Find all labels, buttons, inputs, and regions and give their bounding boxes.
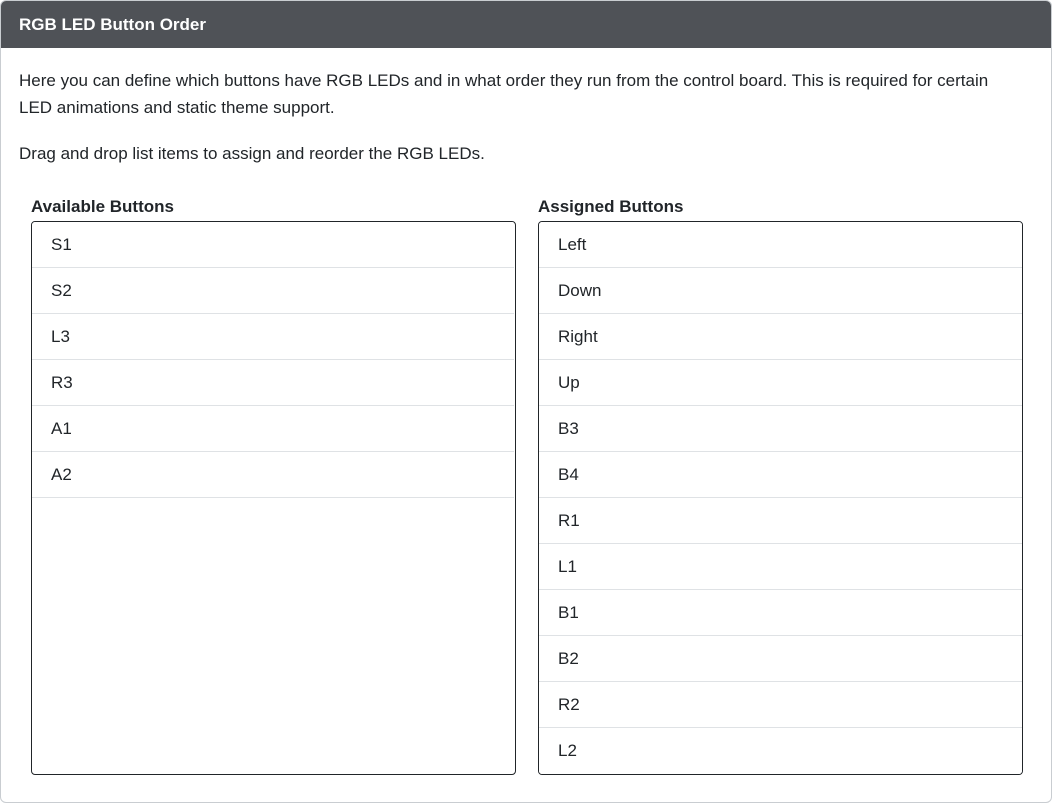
card-header: RGB LED Button Order <box>1 1 1051 48</box>
available-buttons-list[interactable]: S1 S2 L3 R3 A1 A2 <box>31 221 516 775</box>
assigned-item-right[interactable]: Right <box>539 314 1022 360</box>
available-buttons-label: Available Buttons <box>31 197 174 216</box>
drag-hint-text: Drag and drop list items to assign and r… <box>19 144 485 163</box>
rgb-led-button-order-card: RGB LED Button Order Here you can define… <box>0 0 1052 803</box>
assigned-item-b2[interactable]: B2 <box>539 636 1022 682</box>
available-item-s2[interactable]: S2 <box>32 268 514 314</box>
assigned-item-r2[interactable]: R2 <box>539 682 1022 728</box>
assigned-buttons-list[interactable]: Left Down Right Up B3 B4 R1 L1 B1 B2 R2 … <box>538 221 1023 775</box>
assigned-item-down[interactable]: Down <box>539 268 1022 314</box>
available-buttons-column: Available Buttons S1 S2 L3 R3 A1 A2 <box>31 195 516 775</box>
available-item-r3[interactable]: R3 <box>32 360 514 406</box>
card-title: RGB LED Button Order <box>19 15 206 34</box>
assigned-item-up[interactable]: Up <box>539 360 1022 406</box>
assigned-item-left[interactable]: Left <box>539 222 1022 268</box>
assigned-item-b4[interactable]: B4 <box>539 452 1022 498</box>
available-item-a1[interactable]: A1 <box>32 406 514 452</box>
assigned-item-b1[interactable]: B1 <box>539 590 1022 636</box>
available-item-s1[interactable]: S1 <box>32 222 514 268</box>
assigned-item-l2[interactable]: L2 <box>539 728 1022 774</box>
available-item-a2[interactable]: A2 <box>32 452 514 498</box>
description-text: Here you can define which buttons have R… <box>19 71 989 117</box>
assigned-item-r1[interactable]: R1 <box>539 498 1022 544</box>
available-item-l3[interactable]: L3 <box>32 314 514 360</box>
assigned-buttons-label: Assigned Buttons <box>538 197 684 216</box>
assigned-item-b3[interactable]: B3 <box>539 406 1022 452</box>
assigned-item-l1[interactable]: L1 <box>539 544 1022 590</box>
assigned-buttons-column: Assigned Buttons Left Down Right Up B3 B… <box>538 195 1023 775</box>
